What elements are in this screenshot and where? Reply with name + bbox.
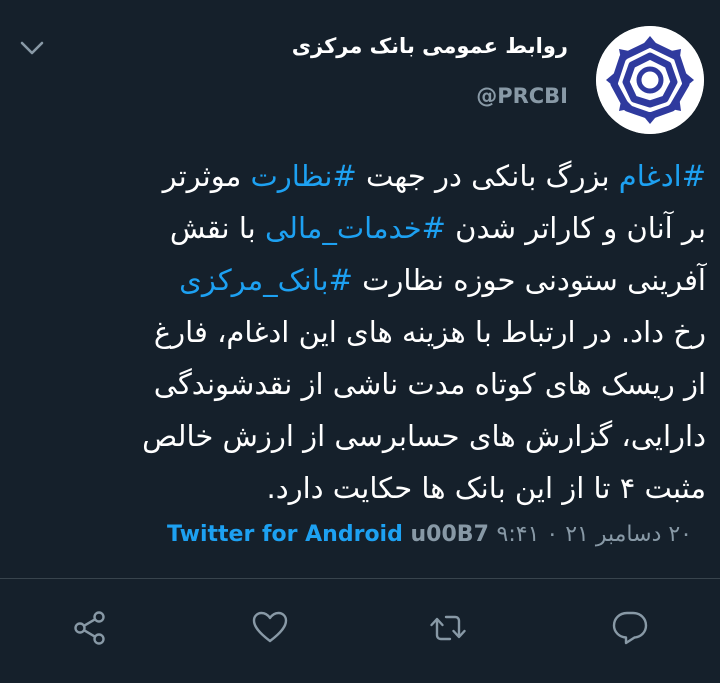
user-handle[interactable]: @PRCBI — [476, 84, 568, 108]
tweet-text-segment: دارایی، گزارش های حسابرسی از ارزش خالص — [142, 419, 706, 453]
tweet-card: روابط عمومی بانک مرکزی @PRCBI #ادغام بزر… — [0, 0, 720, 683]
tweet-text-line: مثبت ۴ تا از این بانک ها حکایت دارد. — [8, 462, 706, 514]
tweet-text-segment: رخ داد. در ارتباط با هزینه های این ادغام… — [153, 315, 706, 349]
tweet-text-segment: موثرتر — [162, 159, 251, 193]
central-bank-logo — [596, 26, 704, 134]
share-icon — [74, 611, 105, 645]
share-button[interactable] — [70, 608, 110, 648]
hashtag-link[interactable]: #بانک_مرکزی — [179, 263, 353, 297]
display-name[interactable]: روابط عمومی بانک مرکزی — [292, 34, 568, 58]
tweet-text-line: از ریسک های کوتاه مدت ناشی از نقدشوندگی — [8, 358, 706, 410]
tweet-text-segment: بر آنان و کاراتر شدن — [445, 211, 706, 245]
hashtag-link[interactable]: #خدمات_مالی — [265, 211, 446, 245]
tweet-text-line: دارایی، گزارش های حسابرسی از ارزش خالص — [8, 410, 706, 462]
retweet-button[interactable] — [428, 608, 468, 648]
tweet-text-segment: از ریسک های کوتاه مدت ناشی از نقدشوندگی — [153, 367, 706, 401]
tweet-timestamp: ۲۰ دسامبر ۲۱ ۰ ۹:۴۱ — [496, 522, 692, 547]
divider — [0, 578, 720, 579]
hashtag-link[interactable]: #نظارت — [250, 159, 356, 193]
tweet-text-line: آفرینی ستودنی حوزه نظارت #بانک_مرکزی — [8, 254, 706, 306]
tweet-text-segment: با نقش — [169, 211, 265, 245]
chevron-down-icon[interactable] — [18, 38, 46, 58]
tweet-source-link[interactable]: Twitter for Android — [167, 522, 403, 547]
tweet-text: #ادغام بزرگ بانکی در جهت #نظارت موثرتر بر… — [8, 150, 706, 514]
tweet-meta: Twitter for Android u00B7 ۲۰ دسامبر ۲۱ ۰… — [167, 522, 692, 547]
avatar[interactable] — [596, 26, 704, 134]
tweet-text-line: بر آنان و کاراتر شدن #خدمات_مالی با نقش — [8, 202, 706, 254]
reply-icon — [612, 611, 648, 645]
tweet-text-line: #ادغام بزرگ بانکی در جهت #نظارت موثرتر — [8, 150, 706, 202]
tweet-text-segment: آفرینی ستودنی حوزه نظارت — [352, 263, 706, 297]
like-icon — [252, 611, 288, 643]
tweet-header: روابط عمومی بانک مرکزی @PRCBI — [0, 26, 720, 136]
retweet-icon — [430, 615, 466, 641]
action-bar — [0, 608, 720, 648]
tweet-text-line: رخ داد. در ارتباط با هزینه های این ادغام… — [8, 306, 706, 358]
tweet-text-segment: مثبت ۴ تا از این بانک ها حکایت دارد. — [266, 471, 706, 505]
like-button[interactable] — [250, 608, 290, 648]
hashtag-link[interactable]: #ادغام — [619, 159, 706, 193]
meta-separator: u00B7 — [402, 522, 497, 547]
tweet-text-segment: بزرگ بانکی در جهت — [356, 159, 619, 193]
reply-button[interactable] — [610, 608, 650, 648]
